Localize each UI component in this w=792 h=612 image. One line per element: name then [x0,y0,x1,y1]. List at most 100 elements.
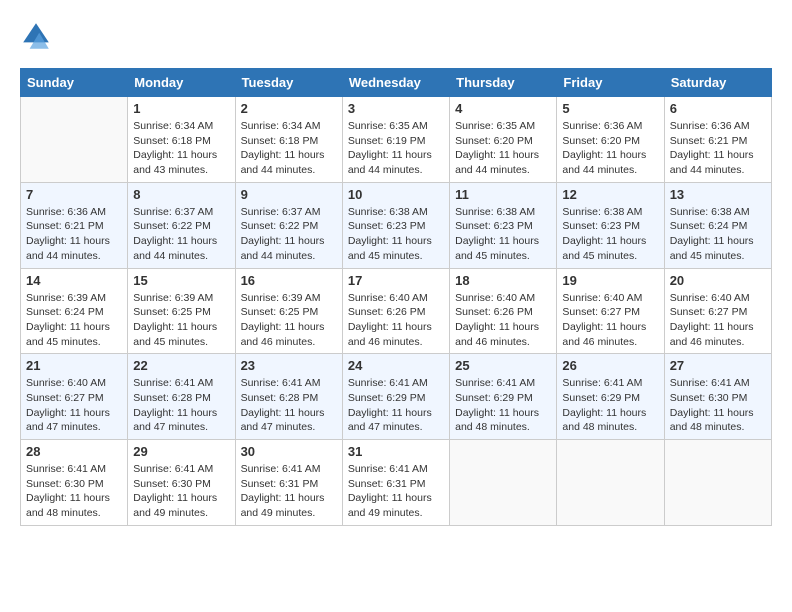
day-info: Sunrise: 6:40 AMSunset: 6:26 PMDaylight:… [455,291,551,350]
day-info: Sunrise: 6:37 AMSunset: 6:22 PMDaylight:… [241,205,337,264]
day-info: Sunrise: 6:39 AMSunset: 6:24 PMDaylight:… [26,291,122,350]
day-cell: 14 Sunrise: 6:39 AMSunset: 6:24 PMDayligh… [21,268,128,354]
day-number: 21 [26,358,122,373]
day-number: 7 [26,187,122,202]
week-row-3: 14 Sunrise: 6:39 AMSunset: 6:24 PMDayligh… [21,268,772,354]
logo [20,20,56,52]
day-info: Sunrise: 6:38 AMSunset: 6:24 PMDaylight:… [670,205,766,264]
day-info: Sunrise: 6:41 AMSunset: 6:30 PMDaylight:… [26,462,122,521]
day-cell: 8 Sunrise: 6:37 AMSunset: 6:22 PMDaylight… [128,182,235,268]
day-cell: 18 Sunrise: 6:40 AMSunset: 6:26 PMDayligh… [450,268,557,354]
day-info: Sunrise: 6:41 AMSunset: 6:29 PMDaylight:… [455,376,551,435]
day-cell [557,440,664,526]
day-number: 24 [348,358,444,373]
day-cell: 25 Sunrise: 6:41 AMSunset: 6:29 PMDayligh… [450,354,557,440]
day-cell: 24Sunrise: 6:41 AMSunset: 6:29 PMDayligh… [342,354,449,440]
day-cell: 10 Sunrise: 6:38 AMSunset: 6:23 PMDayligh… [342,182,449,268]
day-info: Sunrise: 6:41 AMSunset: 6:29 PMDaylight:… [562,376,658,435]
day-number: 1 [133,101,229,116]
day-number: 22 [133,358,229,373]
day-number: 4 [455,101,551,116]
day-info: Sunrise: 6:38 AMSunset: 6:23 PMDaylight:… [562,205,658,264]
day-cell: 4 Sunrise: 6:35 AMSunset: 6:20 PMDaylight… [450,97,557,183]
day-cell: 12 Sunrise: 6:38 AMSunset: 6:23 PMDayligh… [557,182,664,268]
day-cell: 22 Sunrise: 6:41 AMSunset: 6:28 PMDayligh… [128,354,235,440]
week-row-4: 21 Sunrise: 6:40 AMSunset: 6:27 PMDayligh… [21,354,772,440]
day-info: Sunrise: 6:41 AMSunset: 6:31 PMDaylight:… [348,462,444,521]
day-cell: 7 Sunrise: 6:36 AMSunset: 6:21 PMDaylight… [21,182,128,268]
day-number: 3 [348,101,444,116]
day-number: 20 [670,273,766,288]
day-header-tuesday: Tuesday [235,69,342,97]
week-row-2: 7 Sunrise: 6:36 AMSunset: 6:21 PMDaylight… [21,182,772,268]
day-cell: 26 Sunrise: 6:41 AMSunset: 6:29 PMDayligh… [557,354,664,440]
day-number: 31 [348,444,444,459]
day-number: 13 [670,187,766,202]
day-number: 17 [348,273,444,288]
week-row-1: 1 Sunrise: 6:34 AMSunset: 6:18 PMDaylight… [21,97,772,183]
day-number: 28 [26,444,122,459]
day-number: 10 [348,187,444,202]
day-cell [664,440,771,526]
day-info: Sunrise: 6:35 AMSunset: 6:20 PMDaylight:… [455,119,551,178]
day-cell: 23Sunrise: 6:41 AMSunset: 6:28 PMDayligh… [235,354,342,440]
day-header-wednesday: Wednesday [342,69,449,97]
calendar-table: SundayMondayTuesdayWednesdayThursdayFrid… [20,68,772,526]
day-info: Sunrise: 6:36 AMSunset: 6:21 PMDaylight:… [26,205,122,264]
day-number: 29 [133,444,229,459]
day-cell: 20Sunrise: 6:40 AMSunset: 6:27 PMDayligh… [664,268,771,354]
day-cell: 17 Sunrise: 6:40 AMSunset: 6:26 PMDayligh… [342,268,449,354]
day-number: 15 [133,273,229,288]
day-cell: 1Sunrise: 6:34 AMSunset: 6:18 PMDaylight… [128,97,235,183]
day-cell: 11 Sunrise: 6:38 AMSunset: 6:23 PMDayligh… [450,182,557,268]
day-number: 25 [455,358,551,373]
day-number: 12 [562,187,658,202]
page-header [20,20,772,52]
day-cell: 19 Sunrise: 6:40 AMSunset: 6:27 PMDayligh… [557,268,664,354]
day-number: 19 [562,273,658,288]
day-info: Sunrise: 6:41 AMSunset: 6:30 PMDaylight:… [670,376,766,435]
day-info: Sunrise: 6:41 AMSunset: 6:28 PMDaylight:… [133,376,229,435]
day-cell: 3 Sunrise: 6:35 AMSunset: 6:19 PMDaylight… [342,97,449,183]
day-cell: 16Sunrise: 6:39 AMSunset: 6:25 PMDayligh… [235,268,342,354]
day-info: Sunrise: 6:40 AMSunset: 6:27 PMDaylight:… [562,291,658,350]
day-info: Sunrise: 6:36 AMSunset: 6:20 PMDaylight:… [562,119,658,178]
day-info: Sunrise: 6:35 AMSunset: 6:19 PMDaylight:… [348,119,444,178]
day-info: Sunrise: 6:40 AMSunset: 6:26 PMDaylight:… [348,291,444,350]
day-info: Sunrise: 6:39 AMSunset: 6:25 PMDaylight:… [133,291,229,350]
day-cell: 13 Sunrise: 6:38 AMSunset: 6:24 PMDayligh… [664,182,771,268]
day-cell: 2 Sunrise: 6:34 AMSunset: 6:18 PMDaylight… [235,97,342,183]
day-number: 16 [241,273,337,288]
day-header-thursday: Thursday [450,69,557,97]
day-cell: 5 Sunrise: 6:36 AMSunset: 6:20 PMDaylight… [557,97,664,183]
day-cell: 31 Sunrise: 6:41 AMSunset: 6:31 PMDayligh… [342,440,449,526]
day-cell: 6Sunrise: 6:36 AMSunset: 6:21 PMDaylight… [664,97,771,183]
week-row-5: 28 Sunrise: 6:41 AMSunset: 6:30 PMDayligh… [21,440,772,526]
day-cell [450,440,557,526]
day-number: 27 [670,358,766,373]
day-info: Sunrise: 6:38 AMSunset: 6:23 PMDaylight:… [348,205,444,264]
day-number: 26 [562,358,658,373]
day-number: 14 [26,273,122,288]
day-number: 18 [455,273,551,288]
logo-icon [20,20,52,52]
day-info: Sunrise: 6:37 AMSunset: 6:22 PMDaylight:… [133,205,229,264]
day-info: Sunrise: 6:41 AMSunset: 6:30 PMDaylight:… [133,462,229,521]
day-header-monday: Monday [128,69,235,97]
day-info: Sunrise: 6:38 AMSunset: 6:23 PMDaylight:… [455,205,551,264]
day-number: 11 [455,187,551,202]
day-number: 5 [562,101,658,116]
day-info: Sunrise: 6:41 AMSunset: 6:28 PMDaylight:… [241,376,337,435]
days-header-row: SundayMondayTuesdayWednesdayThursdayFrid… [21,69,772,97]
day-number: 30 [241,444,337,459]
day-cell: 30Sunrise: 6:41 AMSunset: 6:31 PMDayligh… [235,440,342,526]
day-cell: 27 Sunrise: 6:41 AMSunset: 6:30 PMDayligh… [664,354,771,440]
day-cell: 15 Sunrise: 6:39 AMSunset: 6:25 PMDayligh… [128,268,235,354]
day-number: 8 [133,187,229,202]
day-info: Sunrise: 6:34 AMSunset: 6:18 PMDaylight:… [241,119,337,178]
day-number: 2 [241,101,337,116]
day-cell: 9Sunrise: 6:37 AMSunset: 6:22 PMDaylight… [235,182,342,268]
day-header-friday: Friday [557,69,664,97]
day-info: Sunrise: 6:40 AMSunset: 6:27 PMDaylight:… [26,376,122,435]
day-header-saturday: Saturday [664,69,771,97]
